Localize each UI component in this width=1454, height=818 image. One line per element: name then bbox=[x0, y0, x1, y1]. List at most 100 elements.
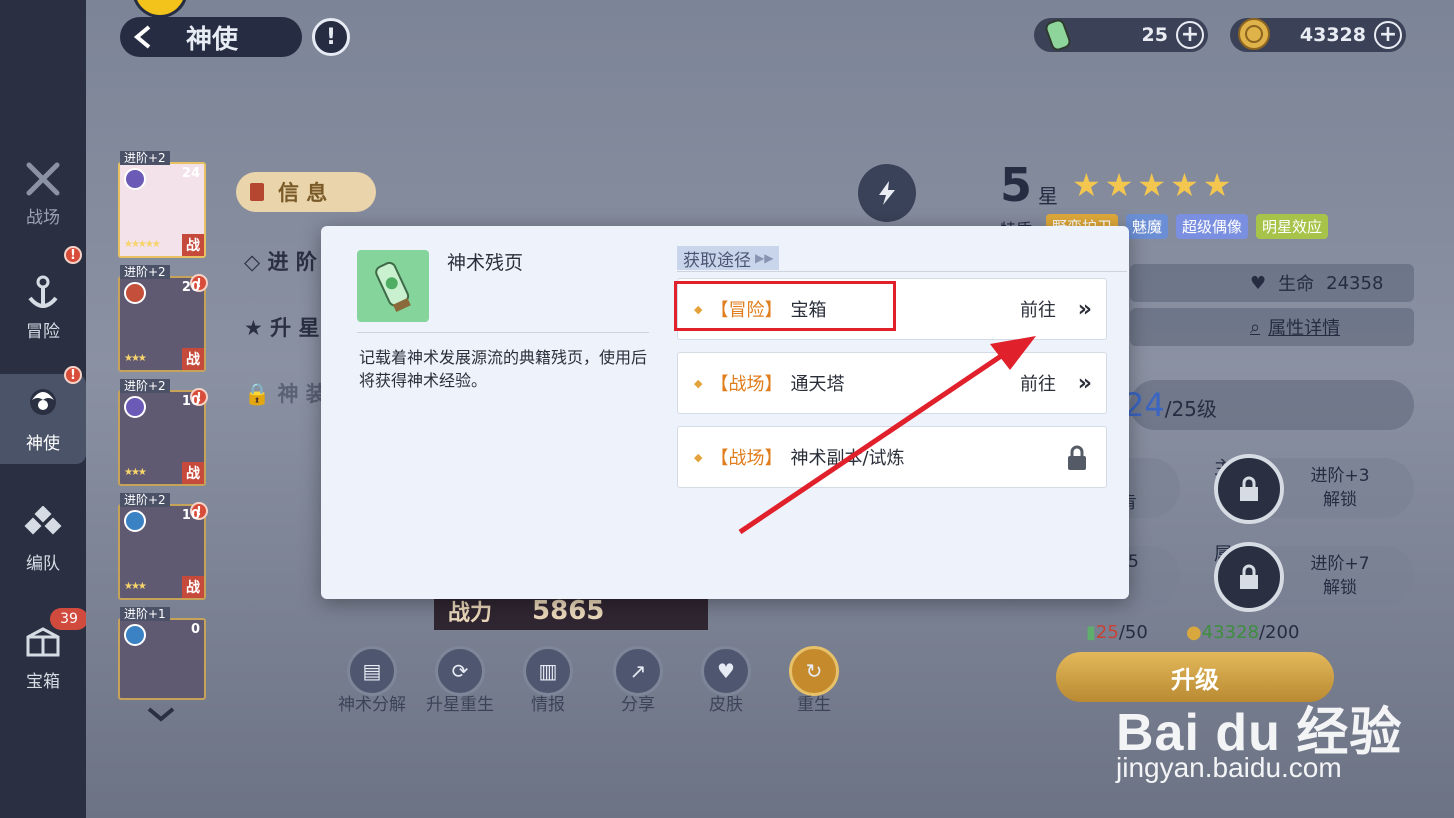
skin-button[interactable]: ♥ 皮肤 bbox=[686, 646, 766, 715]
small-bottle-icon: ▮ bbox=[1086, 622, 1096, 643]
gold-amount: 43328 bbox=[1299, 24, 1366, 46]
action-label: 皮肤 bbox=[709, 695, 743, 715]
water-element-icon bbox=[124, 624, 146, 646]
hero-level: 0 bbox=[190, 622, 200, 637]
attribute-detail-label: 属性详情 bbox=[1268, 318, 1341, 339]
count-badge: 39 bbox=[50, 608, 88, 630]
source-row-tower[interactable]: ◆ 【战场】 通天塔 前往 » bbox=[677, 352, 1107, 414]
in-battle-badge: 战 bbox=[182, 348, 204, 370]
magnifier-icon: ⌕ bbox=[1250, 316, 1261, 338]
share-button[interactable]: ↗ 分享 bbox=[598, 646, 678, 715]
go-button-label[interactable]: 前往 bbox=[1020, 296, 1056, 322]
scroll-icon: ▤ bbox=[347, 646, 397, 696]
avatar-icon bbox=[23, 385, 63, 425]
gold-have: 43328 bbox=[1201, 622, 1259, 643]
nav-item-label: 冒险 bbox=[26, 321, 60, 342]
partial-text: 5 bbox=[1128, 552, 1139, 572]
source-name: 通天塔 bbox=[790, 374, 845, 395]
heart-icon: ♥ bbox=[701, 646, 751, 696]
power-value: 5865 bbox=[532, 596, 605, 626]
item-source-dialog: 神术残页 记载着神术发展源流的典籍残页，使用后将获得神术经验。 获取途径 ▶▶ … bbox=[321, 226, 1129, 599]
nav-item-battlefield[interactable]: 战场 bbox=[0, 148, 86, 238]
power-label: 战力 bbox=[448, 601, 493, 626]
rebirth-button[interactable]: ↻ 重生 bbox=[774, 646, 854, 715]
double-chevron-right-icon[interactable]: » bbox=[1078, 297, 1092, 322]
exclamation-icon[interactable]: ! bbox=[312, 18, 350, 56]
source-row-divine-dungeon[interactable]: ◆ 【战场】 神术副本/试炼 bbox=[677, 426, 1107, 488]
chevron-down-icon[interactable] bbox=[146, 704, 176, 724]
trait-tag: 魅魔 bbox=[1126, 214, 1169, 239]
tab-advance-label: 进 阶 bbox=[267, 250, 317, 274]
hero-card[interactable]: 进阶+1 0 bbox=[118, 607, 206, 700]
star-rebirth-button[interactable]: ⟳ 升星重生 bbox=[420, 646, 500, 715]
locked-slot-main[interactable] bbox=[1214, 454, 1284, 524]
hero-stars: ★★★ bbox=[124, 353, 147, 364]
intel-button[interactable]: ▥ 情报 bbox=[508, 646, 588, 715]
hero-card[interactable]: 进阶+2 ! 10 ★★★ 战 bbox=[118, 493, 208, 600]
tab-info[interactable]: 信 息 bbox=[236, 172, 376, 212]
nav-item-label: 宝箱 bbox=[26, 671, 60, 692]
action-label: 升星重生 bbox=[426, 695, 494, 715]
anchor-icon bbox=[23, 273, 63, 313]
tab-star-up-label: 升 星 bbox=[270, 316, 320, 340]
fire-element-icon bbox=[124, 282, 146, 304]
hero-stars: ★★★ bbox=[124, 467, 147, 478]
add-gold-button[interactable]: + bbox=[1374, 21, 1402, 49]
notification-badge: ! bbox=[64, 366, 82, 384]
star-label: 星 bbox=[1038, 184, 1058, 208]
hero-advance-tag: 进阶+1 bbox=[120, 607, 170, 621]
source-name: 神术副本/试炼 bbox=[790, 448, 905, 469]
level-max: /25级 bbox=[1164, 397, 1217, 421]
star-count: 5 bbox=[1000, 158, 1033, 212]
source-title: 获取途径 ▶▶ bbox=[677, 246, 780, 271]
decompose-button[interactable]: ▤ 神术分解 bbox=[332, 646, 412, 715]
watermark-url: jingyan.baidu.com bbox=[1116, 752, 1342, 783]
attribute-detail-link[interactable]: ⌕ 属性详情 bbox=[1130, 308, 1414, 346]
tab-advance[interactable]: ◇ 进 阶 bbox=[244, 246, 317, 276]
lightning-icon bbox=[858, 164, 916, 222]
nav-item-formation[interactable]: 编队 bbox=[0, 494, 86, 584]
green-bottle-icon bbox=[1040, 14, 1076, 54]
red-highlight-box bbox=[674, 281, 896, 331]
small-coin-icon: ● bbox=[1186, 622, 1202, 643]
nav-item-adventure[interactable]: ! 冒险 bbox=[0, 246, 86, 352]
divider bbox=[357, 332, 649, 333]
tab-star-up[interactable]: ★ 升 星 bbox=[244, 312, 319, 342]
hero-card[interactable]: 进阶+2 24 ★★★★★ 战 bbox=[118, 151, 206, 258]
item-name: 神术残页 bbox=[447, 252, 524, 274]
trait-tag: 超级偶像 bbox=[1176, 214, 1249, 239]
nav-item-envoy[interactable]: ! 神使 bbox=[0, 366, 86, 464]
info-tab-icon bbox=[250, 183, 264, 201]
diamond-icon: ◆ bbox=[694, 450, 703, 464]
hp-stat: ♥ 生命 24358 bbox=[1130, 264, 1414, 302]
in-battle-badge: 战 bbox=[182, 576, 204, 598]
source-category: 【战场】 bbox=[710, 448, 783, 469]
hero-card[interactable]: 进阶+2 ! 10 ★★★ 战 bbox=[118, 379, 208, 486]
back-button[interactable]: 神使 bbox=[120, 17, 302, 57]
tab-divine[interactable]: 🔒 神 装 bbox=[244, 378, 327, 408]
play-arrow-icon: ▶▶ bbox=[755, 251, 774, 265]
action-label: 分享 bbox=[621, 695, 655, 715]
locked-slot-attr[interactable] bbox=[1214, 542, 1284, 612]
document-icon: ▥ bbox=[523, 646, 573, 696]
hero-stars: ★★★ bbox=[124, 581, 147, 592]
tab-info-label: 信 息 bbox=[278, 181, 328, 205]
currency-gold: 43328 + bbox=[1230, 18, 1406, 52]
level-current: 24 bbox=[1124, 386, 1165, 424]
gold-need: /200 bbox=[1258, 622, 1300, 643]
page-title: 神使 bbox=[186, 24, 239, 55]
nav-item-chest[interactable]: 39 宝箱 bbox=[0, 608, 88, 702]
add-bottle-button[interactable]: + bbox=[1176, 21, 1204, 49]
hero-advance-tag: 进阶+2 bbox=[120, 379, 170, 393]
nav-item-label: 神使 bbox=[26, 433, 60, 454]
double-chevron-right-icon[interactable]: » bbox=[1078, 371, 1092, 396]
go-button-label[interactable]: 前往 bbox=[1020, 370, 1056, 396]
back-arrow-icon bbox=[128, 21, 160, 53]
hero-level: 10 bbox=[181, 394, 200, 409]
bottle-amount: 25 bbox=[1141, 24, 1168, 46]
source-category: 【战场】 bbox=[710, 374, 783, 395]
hero-card[interactable]: 进阶+2 ! 20 ★★★ 战 bbox=[118, 265, 208, 372]
water-element-icon bbox=[124, 510, 146, 532]
nav-item-label: 战场 bbox=[26, 207, 60, 228]
slot-main-requirement: 进阶+3 bbox=[1310, 466, 1370, 486]
